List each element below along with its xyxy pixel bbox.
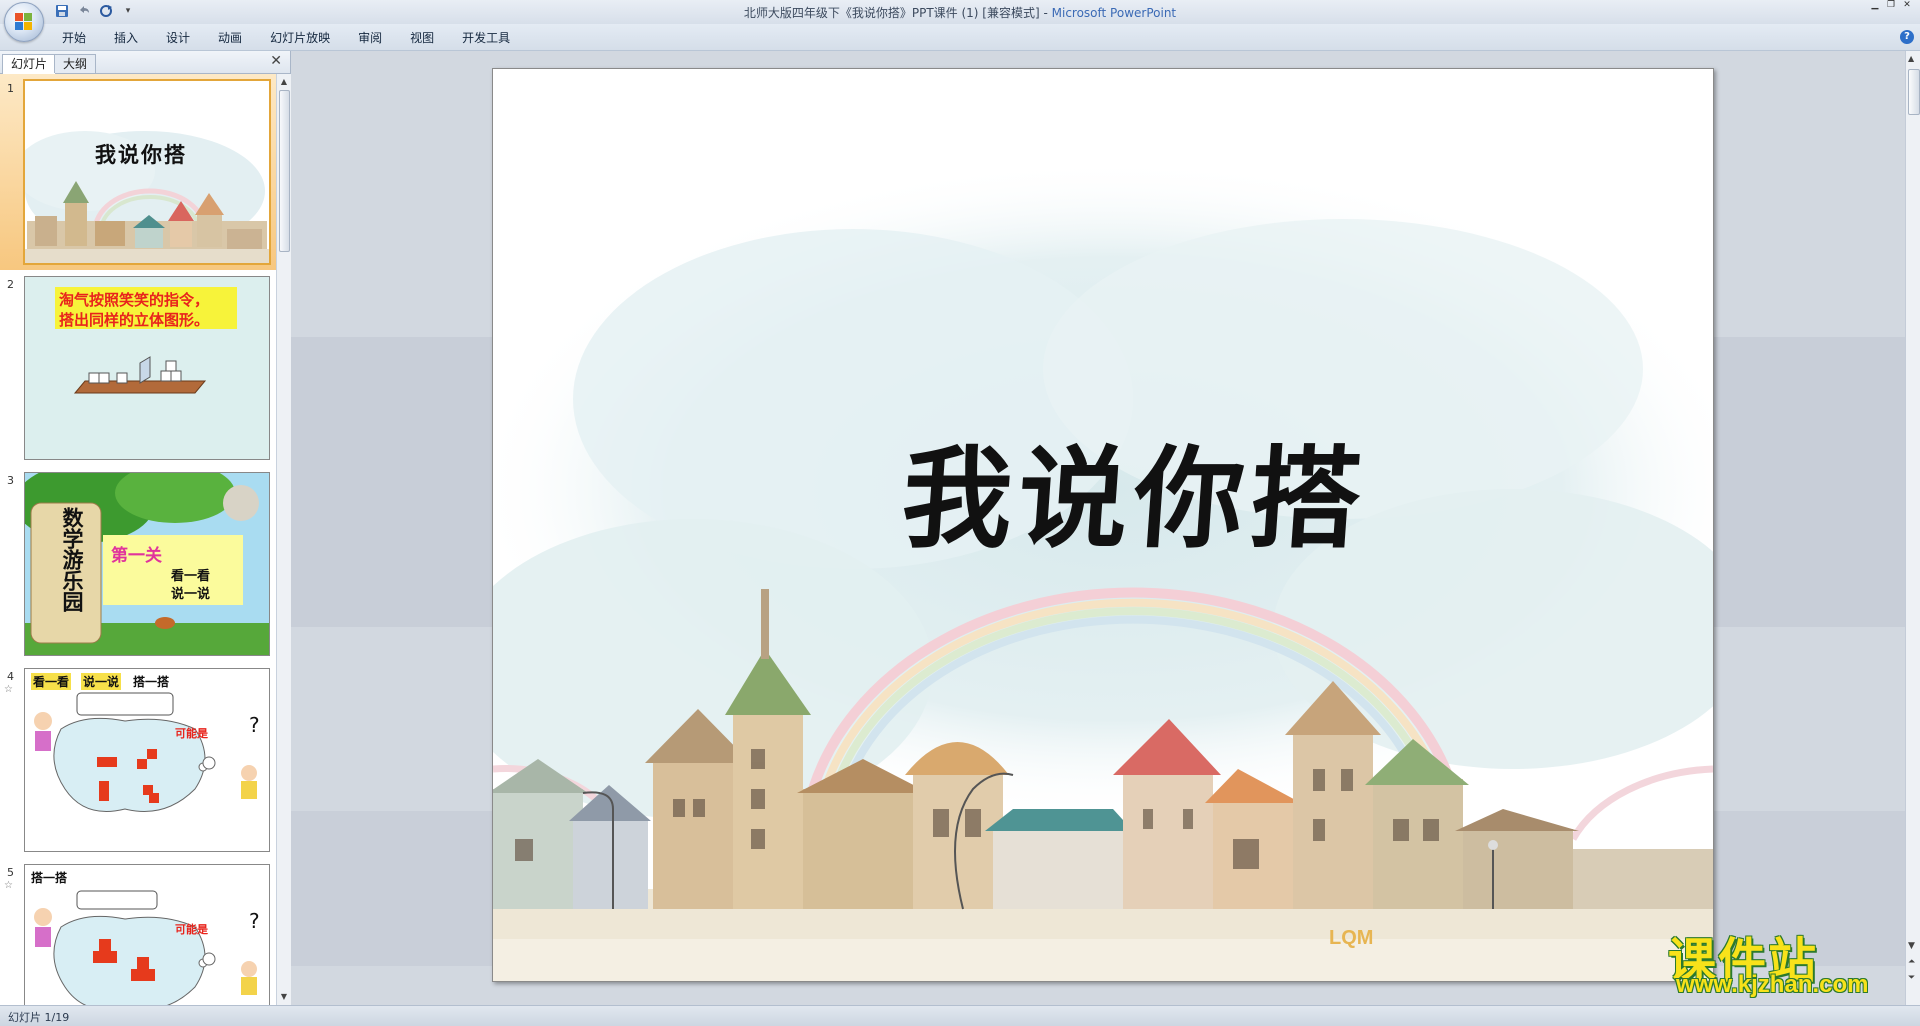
thumbnail-list: 1 我说你搭 2 淘气按照笑笑的指令， 搭出同样的立体图形。 3 数学游乐园 第… (0, 74, 276, 1005)
animation-star-icon: ☆ (4, 684, 13, 695)
slide-thumbnail[interactable]: 搭一搭 可能是 ? (24, 864, 270, 1005)
tab-insert[interactable]: 插入 (100, 29, 152, 47)
next-slide-icon[interactable]: ⏷ (1908, 973, 1915, 983)
scroll-down-icon[interactable]: ▼ (278, 991, 290, 1003)
slide-thumbnail[interactable]: 淘气按照笑笑的指令， 搭出同样的立体图形。 (24, 276, 270, 460)
slide-number: 2 (7, 278, 14, 291)
scroll-thumb[interactable] (1908, 69, 1920, 115)
tab-view[interactable]: 视图 (396, 29, 448, 47)
thumbnail-5-art (34, 890, 257, 1005)
thumbnail-row[interactable]: 3 数学游乐园 第一关 看一看 说一说 (0, 466, 276, 662)
thumbnail-line: 说一说 (171, 587, 211, 602)
scroll-thumb[interactable] (279, 90, 290, 252)
scroll-up-icon[interactable]: ▲ (278, 76, 290, 88)
previous-slide-icon[interactable]: ⏶ (1908, 957, 1915, 967)
thumbnail-maybe: 可能是 (175, 727, 208, 740)
status-bar: 幻灯片 1/19 (0, 1005, 1920, 1026)
site-watermark: 课件站 www.kjzhan.com (1668, 921, 1908, 1001)
watermark-url: www.kjzhan.com (1676, 971, 1869, 998)
scroll-up-icon[interactable]: ▲ (1908, 54, 1914, 63)
editor-scrollbar[interactable]: ▲ ▼ ⏶ ⏷ (1905, 51, 1920, 1005)
slide-title[interactable]: 我说你搭 (897, 409, 1608, 569)
pane-scrollbar[interactable]: ▲ ▼ (276, 74, 291, 1005)
close-pane-icon[interactable]: ✕ (270, 53, 282, 69)
thumbnail-vertical-title: 数学游乐园 (60, 507, 84, 612)
slide-number: 4 (7, 670, 14, 683)
thumbnail-question: ? (249, 713, 260, 737)
thumbnail-row[interactable]: 4 ☆ 看一看 说一说 搭一搭 可能是 ? (0, 662, 276, 858)
current-slide[interactable]: 我说你搭 LQM (492, 68, 1714, 982)
help-icon[interactable]: ? (1900, 30, 1914, 44)
thumbnail-question: ? (249, 909, 260, 933)
window-title: 北师大版四年级下《我说你搭》PPT课件 (1) [兼容模式] - Microso… (743, 6, 1177, 20)
slide-thumbnail[interactable]: 数学游乐园 第一关 看一看 说一说 (24, 472, 270, 656)
tab-design[interactable]: 设计 (152, 29, 204, 47)
window-controls: ▁ ❐ ✕ (1868, 0, 1914, 10)
thumbnail-maybe: 可能是 (175, 923, 208, 936)
tab-developer[interactable]: 开发工具 (448, 29, 524, 47)
slides-pane: 幻灯片 大纲 ✕ 1 我说你搭 2 淘气按照笑笑的指令， 搭出同样的立体图形。 … (0, 51, 291, 1005)
pane-tabs: 幻灯片 大纲 ✕ (0, 51, 290, 74)
thumbnail-level: 第一关 (111, 546, 162, 566)
tab-slideshow[interactable]: 幻灯片放映 (256, 29, 344, 47)
thumbnail-1-art (25, 81, 269, 263)
slide-editor: 我说你搭 LQM (291, 51, 1905, 1005)
thumbnail-row[interactable]: 5 ☆ 搭一搭 可能是 ? (0, 858, 276, 1005)
slide-thumbnail[interactable]: 我说你搭 (23, 79, 271, 265)
thumbnail-row[interactable]: 1 我说你搭 (0, 74, 276, 270)
slide-thumbnail[interactable]: 看一看 说一说 搭一搭 可能是 ? (24, 668, 270, 852)
office-logo-icon (15, 13, 33, 31)
minimize-icon[interactable]: ▁ (1868, 0, 1882, 10)
tab-outline[interactable]: 大纲 (54, 54, 97, 73)
office-button[interactable] (4, 2, 44, 42)
slide-number: 3 (7, 474, 14, 487)
slide-number: 5 (7, 866, 14, 879)
thumbnail-2-art (73, 356, 207, 394)
slide-number: 1 (7, 82, 14, 95)
slide-signature: LQM (1329, 927, 1374, 949)
tab-animations[interactable]: 动画 (204, 29, 256, 47)
animation-star-icon: ☆ (4, 880, 13, 891)
thumbnail-4-art (34, 692, 257, 812)
ribbon-tabs: 开始 插入 设计 动画 幻灯片放映 审阅 视图 开发工具 (48, 29, 524, 47)
tab-home[interactable]: 开始 (48, 29, 100, 47)
title-bar: ▾ 北师大版四年级下《我说你搭》PPT课件 (1) [兼容模式] - Micro… (0, 0, 1920, 25)
close-icon[interactable]: ✕ (1900, 0, 1914, 10)
restore-icon[interactable]: ❐ (1884, 0, 1898, 10)
scroll-down-icon[interactable]: ▼ (1908, 941, 1915, 951)
tab-slides[interactable]: 幻灯片 (2, 54, 57, 74)
thumbnail-row[interactable]: 2 淘气按照笑笑的指令， 搭出同样的立体图形。 (0, 270, 276, 466)
thumbnail-line: 看一看 (171, 569, 211, 584)
tab-review[interactable]: 审阅 (344, 29, 396, 47)
thumbnail-title: 我说你搭 (95, 143, 187, 167)
ribbon: 开始 插入 设计 动画 幻灯片放映 审阅 视图 开发工具 ? (0, 24, 1920, 51)
slide-counter: 幻灯片 1/19 (8, 1011, 70, 1024)
